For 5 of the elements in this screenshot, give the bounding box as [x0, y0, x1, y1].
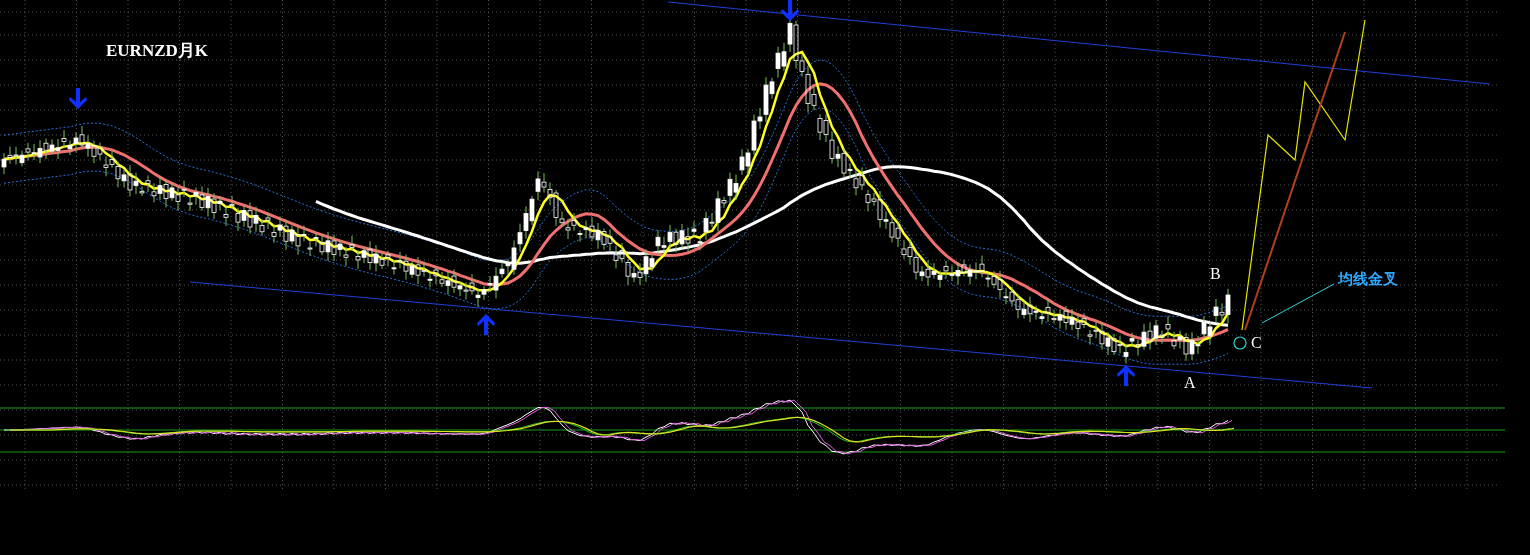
chart-title: EURNZD月K [106, 40, 208, 62]
annotation-label: 均线金叉 [1338, 269, 1398, 290]
point-label: C [1251, 333, 1262, 353]
point-label: A [1184, 373, 1196, 393]
point-label: B [1210, 264, 1221, 284]
